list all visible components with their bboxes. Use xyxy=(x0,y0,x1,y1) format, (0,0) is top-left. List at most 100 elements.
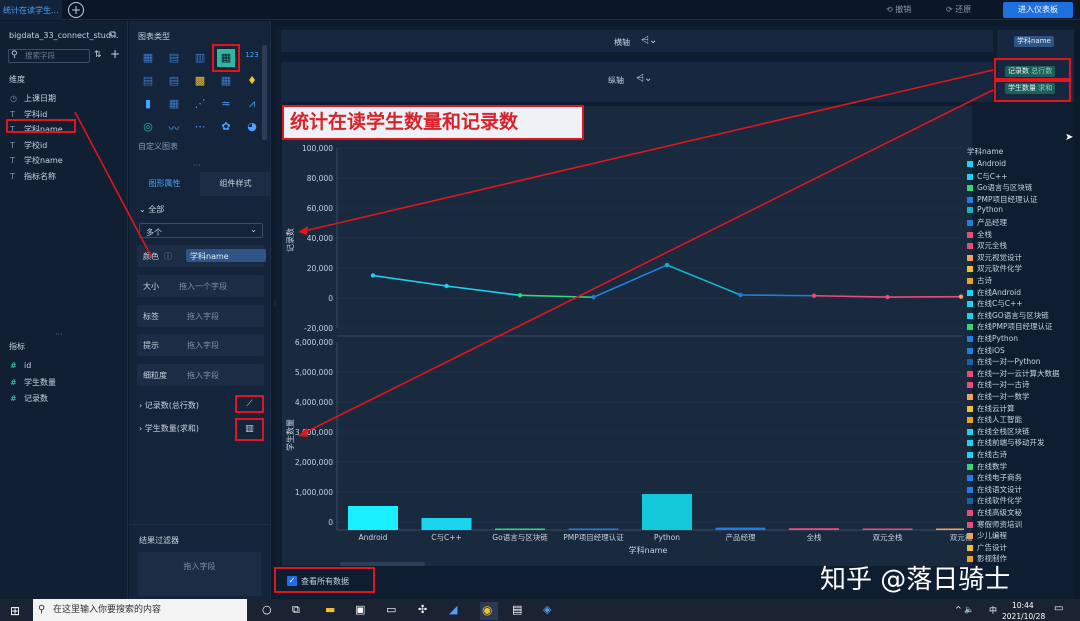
bar[interactable] xyxy=(862,528,913,531)
legend-item[interactable]: 双元视觉设计 xyxy=(967,252,1022,263)
tray-icons[interactable]: ^ 🔈 xyxy=(955,605,974,614)
legend-item[interactable]: 双元软件化学 xyxy=(967,263,1022,274)
bar[interactable] xyxy=(936,528,964,531)
bar[interactable] xyxy=(789,528,839,530)
app-icon[interactable]: ▤ xyxy=(512,603,522,616)
x-axis-title: 学科name xyxy=(629,545,668,555)
line-point[interactable] xyxy=(444,283,449,289)
legend-item[interactable]: 在线前端与移动开发 xyxy=(967,437,1045,448)
legend-item[interactable]: 在线语文设计 xyxy=(967,484,1022,495)
legend-swatch xyxy=(967,533,973,540)
line-point[interactable] xyxy=(811,293,817,298)
store-icon[interactable]: ▣ xyxy=(355,603,365,616)
windows-start-icon[interactable]: ⊞ xyxy=(10,604,20,618)
legend-item[interactable]: 少儿编程 xyxy=(967,530,1007,541)
y-tick-label: 5,000,000 xyxy=(295,368,333,377)
legend-item[interactable]: 双元全栈 xyxy=(967,240,1007,251)
legend-item[interactable]: 在线一对一数学 xyxy=(967,391,1030,402)
legend-item[interactable]: 在线古诗 xyxy=(967,449,1007,460)
ime-indicator[interactable]: 中 xyxy=(989,605,997,616)
legend-item[interactable]: 在线Android xyxy=(967,287,1021,298)
legend-item[interactable]: 在线云计算 xyxy=(967,403,1015,414)
legend-swatch xyxy=(967,289,973,296)
line-segment xyxy=(813,294,888,298)
line-point[interactable] xyxy=(591,295,596,300)
x-tick-label: 双元全栈 xyxy=(873,532,903,542)
bar[interactable] xyxy=(348,506,398,530)
y-tick-label: 0 xyxy=(328,294,333,303)
legend-item[interactable]: 在线电子商务 xyxy=(967,472,1022,483)
legend-item[interactable]: PMP项目经理认证 xyxy=(967,194,1038,205)
legend-item[interactable]: 在线PMP项目经理认证 xyxy=(967,321,1053,332)
notification-icon[interactable]: ▭ xyxy=(1054,603,1063,614)
legend-item[interactable]: 寒假师资培训 xyxy=(967,519,1022,530)
chart-hscrollbar[interactable] xyxy=(340,562,425,566)
file-explorer-icon[interactable]: ▬ xyxy=(325,603,335,616)
legend-item[interactable]: Python xyxy=(967,205,1003,214)
line-point[interactable] xyxy=(738,292,743,298)
taskbar-search[interactable]: 在这里输入你要搜索的内容 xyxy=(33,599,247,621)
y-tick-label: 4,000,000 xyxy=(295,398,333,407)
y-tick-label: 60,000 xyxy=(307,204,333,213)
legend-swatch xyxy=(967,394,973,400)
legend-item[interactable]: 在线C与C++ xyxy=(967,298,1023,309)
legend-swatch xyxy=(967,196,973,203)
legend-swatch xyxy=(967,405,973,412)
legend-item[interactable]: Go语言与区块链 xyxy=(967,182,1032,193)
ide-icon[interactable]: ◢ xyxy=(449,603,457,616)
legend-item[interactable]: 产品经理 xyxy=(967,217,1007,228)
legend-item[interactable]: 在线Python xyxy=(967,333,1018,344)
legend-item[interactable]: 在线GO语言与区块链 xyxy=(967,310,1049,321)
terminal-icon[interactable]: ▭ xyxy=(386,603,396,616)
legend-swatch xyxy=(967,173,973,180)
legend-item[interactable]: 在线iOS xyxy=(967,345,1005,356)
x-tick-label: 全栈 xyxy=(807,532,822,542)
chrome-icon[interactable]: ◉ xyxy=(482,603,492,617)
line-point[interactable] xyxy=(517,293,523,298)
legend-title: 学科name xyxy=(967,147,1004,156)
legend-item[interactable]: 在线一对一Python xyxy=(967,356,1041,367)
line-point[interactable] xyxy=(885,294,890,300)
legend-swatch xyxy=(967,428,973,435)
legend-item[interactable]: 在线一对一古诗 xyxy=(967,379,1030,390)
y-tick-label: 1,000,000 xyxy=(295,488,333,497)
legend-item[interactable]: 在线全栈区块链 xyxy=(967,426,1030,437)
line-point[interactable] xyxy=(664,262,670,268)
line-point[interactable] xyxy=(370,273,376,278)
legend-item[interactable]: Android xyxy=(967,159,1006,168)
task-view-icon[interactable]: ⧉ xyxy=(292,603,300,617)
legend-swatch xyxy=(967,417,973,424)
legend-item[interactable]: 在线数学 xyxy=(967,461,1007,472)
cortana-icon[interactable]: ○ xyxy=(262,603,272,616)
legend-item[interactable]: 广告设计 xyxy=(967,542,1007,553)
bar[interactable] xyxy=(421,518,472,530)
legend-swatch xyxy=(967,359,973,366)
legend-item[interactable]: 在线高级文秘 xyxy=(967,507,1022,518)
legend-swatch xyxy=(967,544,973,551)
legend-swatch xyxy=(967,207,973,214)
bar[interactable] xyxy=(642,494,692,530)
legend-swatch xyxy=(967,254,973,261)
x-tick-label: Android xyxy=(359,533,388,542)
watermark: 知乎 @落日骑士 xyxy=(820,565,1011,595)
network-app-icon[interactable]: ✣ xyxy=(418,603,427,616)
bar[interactable] xyxy=(715,527,766,530)
legend-swatch xyxy=(967,486,973,493)
legend-item[interactable]: 古诗 xyxy=(967,275,992,286)
line-point[interactable] xyxy=(958,294,964,299)
legend-item[interactable]: C与C++ xyxy=(967,171,1008,182)
y-tick-label: 20,000 xyxy=(307,264,333,273)
legend-swatch xyxy=(967,498,973,505)
legend-item[interactable]: 在线人工智能 xyxy=(967,414,1022,425)
legend-item[interactable]: 全栈 xyxy=(967,229,992,240)
bar[interactable] xyxy=(495,528,545,531)
arrowhead xyxy=(298,226,308,235)
legend-item[interactable]: 在线一对一云计算大数据 xyxy=(967,368,1060,379)
legend-item[interactable]: 在线软件化学 xyxy=(967,495,1022,506)
bar[interactable] xyxy=(568,528,619,531)
legend-swatch xyxy=(967,382,973,389)
legend-swatch xyxy=(967,521,973,528)
x-tick-label: PMP项目经理认证 xyxy=(563,532,624,542)
finebi-icon[interactable]: ◈ xyxy=(543,603,551,616)
view-all-checkbox[interactable]: ✓ xyxy=(287,576,297,586)
